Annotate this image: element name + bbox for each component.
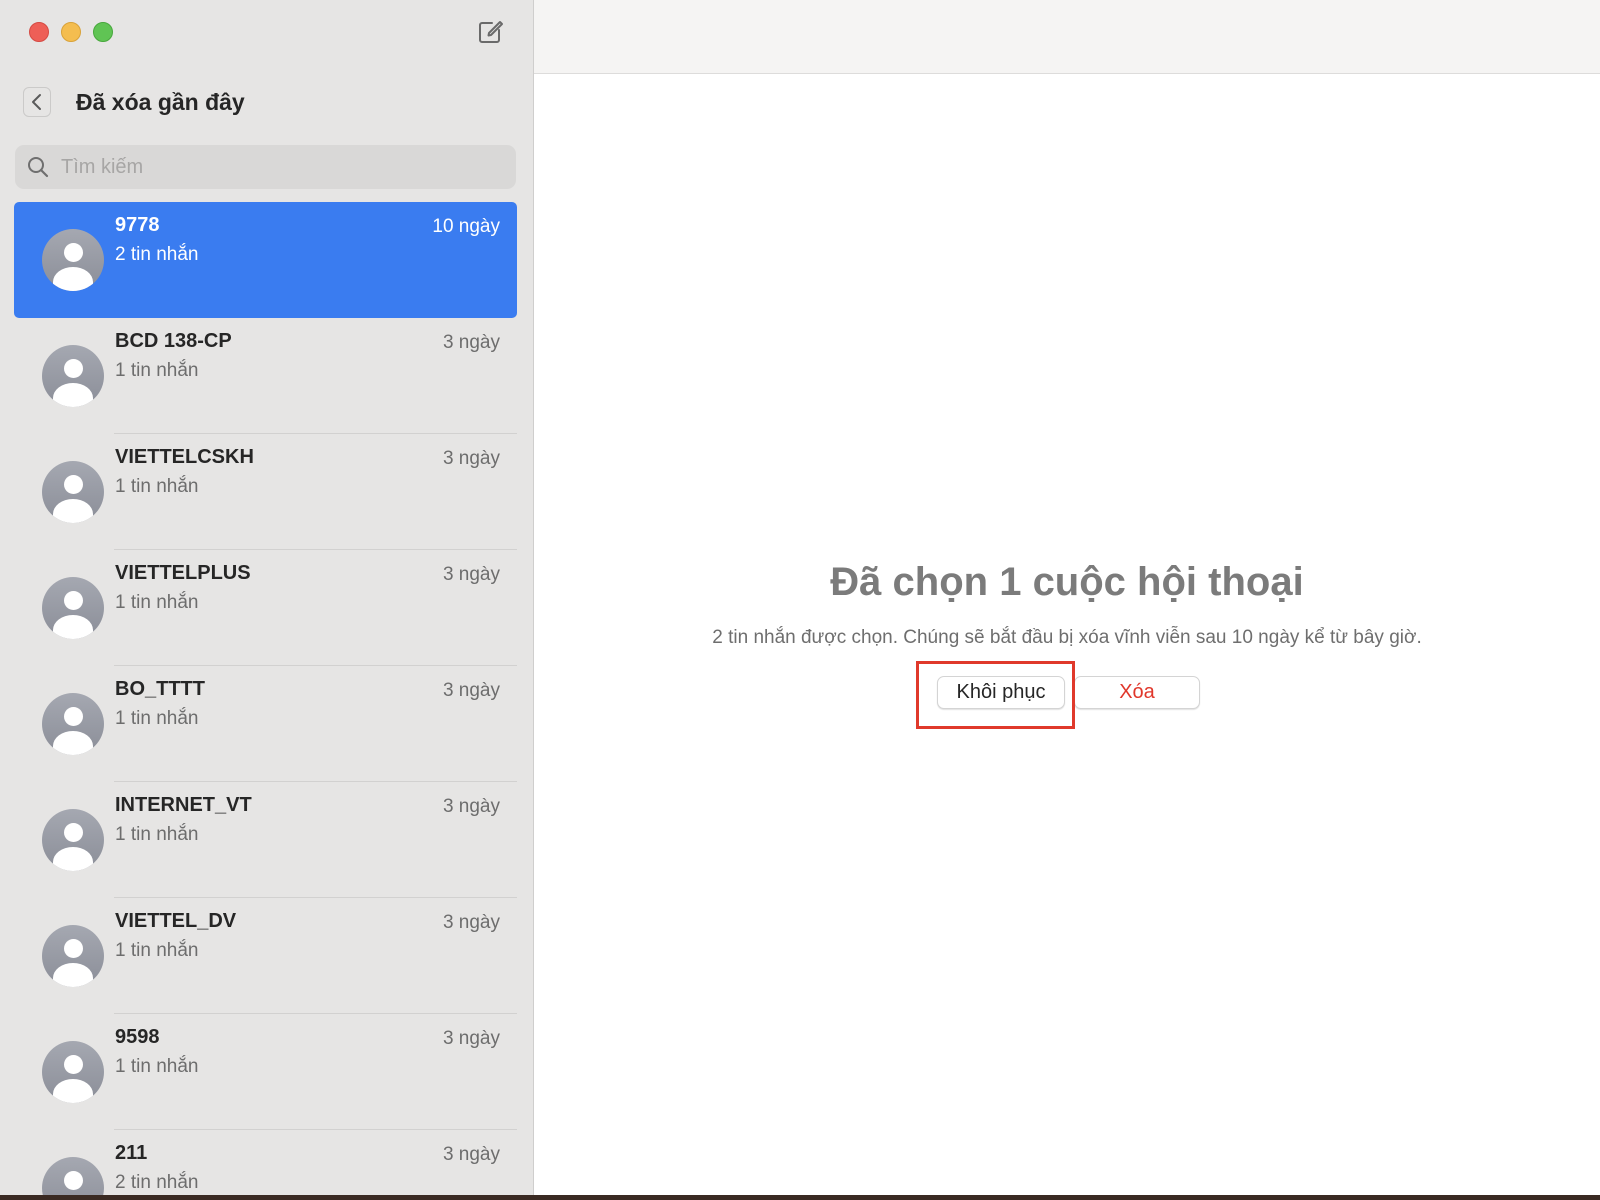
conversation-item[interactable]: VIETTELCSKH 1 tin nhắn 3 ngày <box>14 434 517 550</box>
zoom-window-icon[interactable] <box>93 22 113 42</box>
conversation-message-count: 1 tin nhắn <box>115 940 199 961</box>
conversation-item[interactable]: 211 2 tin nhắn 3 ngày <box>14 1130 517 1195</box>
conversation-name: 211 <box>115 1142 148 1164</box>
contact-avatar-icon <box>42 809 104 871</box>
contact-avatar-icon <box>42 1157 104 1195</box>
contact-avatar-icon <box>42 229 104 291</box>
restore-button[interactable]: Khôi phục <box>937 676 1065 709</box>
conversation-item[interactable]: INTERNET_VT 1 tin nhắn 3 ngày <box>14 782 517 898</box>
conversation-name: VIETTELCSKH <box>115 446 254 468</box>
conversation-message-count: 1 tin nhắn <box>115 360 199 381</box>
conversation-message-count: 1 tin nhắn <box>115 824 199 845</box>
conversation-date: 10 ngày <box>432 216 500 237</box>
conversation-name: 9598 <box>115 1026 160 1048</box>
window-controls <box>29 22 113 42</box>
contact-avatar-icon <box>42 925 104 987</box>
conversation-name: BO_TTTT <box>115 678 205 700</box>
search-field[interactable] <box>15 145 516 189</box>
selection-summary: Đã chọn 1 cuộc hội thoại 2 tin nhắn được… <box>534 560 1600 649</box>
conversation-name: INTERNET_VT <box>115 794 252 816</box>
conversation-date: 3 ngày <box>442 796 500 817</box>
selection-headline: Đã chọn 1 cuộc hội thoại <box>830 560 1304 604</box>
conversation-item[interactable]: VIETTELPLUS 1 tin nhắn 3 ngày <box>14 550 517 666</box>
back-button[interactable] <box>23 87 51 117</box>
action-buttons: Khôi phục Xóa <box>937 676 1200 709</box>
conversation-date: 3 ngày <box>442 448 500 469</box>
conversation-message-count: 2 tin nhắn <box>115 1172 199 1193</box>
search-input[interactable] <box>59 154 503 180</box>
conversation-item[interactable]: 9778 2 tin nhắn 10 ngày <box>14 202 517 318</box>
detail-pane: Đã chọn 1 cuộc hội thoại 2 tin nhắn được… <box>534 0 1600 1195</box>
conversation-date: 3 ngày <box>442 1144 500 1165</box>
conversation-name: VIETTELPLUS <box>115 562 251 584</box>
conversation-message-count: 2 tin nhắn <box>115 244 199 265</box>
compose-icon[interactable] <box>476 16 506 46</box>
conversation-message-count: 1 tin nhắn <box>115 476 199 497</box>
conversation-item[interactable]: VIETTEL_DV 1 tin nhắn 3 ngày <box>14 898 517 1014</box>
conversation-name: VIETTEL_DV <box>115 910 237 932</box>
sidebar-title: Đã xóa gần đây <box>76 89 245 115</box>
contact-avatar-icon <box>42 461 104 523</box>
conversation-date: 3 ngày <box>442 1028 500 1049</box>
conversation-message-count: 1 tin nhắn <box>115 592 199 613</box>
close-window-icon[interactable] <box>29 22 49 42</box>
conversation-name: BCD 138-CP <box>115 330 232 352</box>
conversation-date: 3 ngày <box>442 680 500 701</box>
conversation-date: 3 ngày <box>442 912 500 933</box>
conversation-name: 9778 <box>115 214 160 236</box>
delete-button[interactable]: Xóa <box>1074 676 1200 709</box>
chevron-left-icon <box>32 94 41 110</box>
selection-description: 2 tin nhắn được chọn. Chúng sẽ bắt đầu b… <box>712 627 1422 648</box>
conversation-item[interactable]: 9598 1 tin nhắn 3 ngày <box>14 1014 517 1130</box>
search-icon <box>28 157 49 178</box>
conversation-list: 9778 2 tin nhắn 10 ngày BCD 138-CP 1 tin nhắ… <box>14 202 517 1195</box>
toolbar <box>534 0 1600 74</box>
contact-avatar-icon <box>42 577 104 639</box>
conversation-item[interactable]: BO_TTTT 1 tin nhắn 3 ngày <box>14 666 517 782</box>
contact-avatar-icon <box>42 345 104 407</box>
contact-avatar-icon <box>42 1041 104 1103</box>
sidebar: Đã xóa gần đây 9778 2 tin nhắn 10 ngày BCD … <box>0 0 534 1195</box>
contact-avatar-icon <box>42 693 104 755</box>
conversation-message-count: 1 tin nhắn <box>115 708 199 729</box>
conversation-date: 3 ngày <box>442 332 500 353</box>
minimize-window-icon[interactable] <box>61 22 81 42</box>
conversation-date: 3 ngày <box>442 564 500 585</box>
conversation-message-count: 1 tin nhắn <box>115 1056 199 1077</box>
messages-window: Đã xóa gần đây 9778 2 tin nhắn 10 ngày BCD … <box>0 0 1600 1195</box>
conversation-item[interactable]: BCD 138-CP 1 tin nhắn 3 ngày <box>14 318 517 434</box>
